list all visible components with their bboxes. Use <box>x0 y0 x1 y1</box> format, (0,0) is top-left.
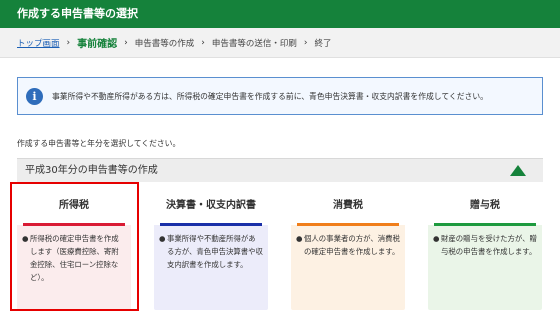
card-title: 決算書・収支内訳書 <box>154 187 268 225</box>
breadcrumb-top-link[interactable]: トップ画面 <box>17 37 60 49</box>
bullet-icon: ● <box>22 234 29 243</box>
card-accent-line <box>297 223 399 226</box>
info-notice: i 事業所得や不動産所得がある方は、所得税の確定申告書を作成する前に、青色申告決… <box>17 77 543 115</box>
card-title: 消費税 <box>291 187 405 225</box>
card-zoyozei[interactable]: 贈与税 ● 財産の贈与を受けた方が、贈与税の申告書を作成します。 <box>428 187 542 310</box>
bullet-icon: ● <box>159 234 166 243</box>
bullet-icon: ● <box>433 234 440 243</box>
breadcrumb-separator: › <box>201 37 205 48</box>
breadcrumb-separator: › <box>303 37 308 48</box>
breadcrumb-separator: › <box>66 37 71 48</box>
card-shotokuzei[interactable]: 所得税 ● 所得税の確定申告書を作成します（医療費控除、寄附金控除、住宅ローン控… <box>17 187 131 310</box>
card-description-text: 所得税の確定申告書を作成します（医療費控除、寄附金控除、住宅ローン控除など）。 <box>30 234 119 282</box>
card-description-text: 事業所得や不動産所得がある方が、青色申告決算書や収支内訳書を作成します。 <box>167 234 263 269</box>
page-title: 作成する申告書等の選択 <box>17 7 138 20</box>
card-description-text: 個人の事業者の方が、消費税の確定申告書を作成します。 <box>304 234 400 256</box>
breadcrumb-step-end: 終了 <box>314 38 332 49</box>
card-accent-line <box>434 223 536 226</box>
card-shohizei[interactable]: 消費税 ● 個人の事業者の方が、消費税の確定申告書を作成します。 <box>291 187 405 310</box>
card-kessansho[interactable]: 決算書・収支内訳書 ● 事業所得や不動産所得がある方が、青色申告決算書や収支内訳… <box>154 187 268 310</box>
card-description-text: 財産の贈与を受けた方が、贈与税の申告書を作成します。 <box>441 234 537 256</box>
notice-text: 事業所得や不動産所得がある方は、所得税の確定申告書を作成する前に、青色申告決算書… <box>52 91 488 101</box>
breadcrumb-current-step: 事前確認 <box>77 39 118 50</box>
instruction-text: 作成する申告書等と年分を選択してください。 <box>17 139 181 148</box>
breadcrumb: トップ画面 › 事前確認 › 申告書等の作成 › 申告書等の送信・印刷 › 終了 <box>0 28 560 58</box>
card-accent-line <box>160 223 262 226</box>
bullet-icon: ● <box>296 234 303 243</box>
breadcrumb-separator: › <box>124 37 128 48</box>
collapse-triangle-icon[interactable] <box>510 165 526 176</box>
card-description: ● 個人の事業者の方が、消費税の確定申告書を作成します。 <box>296 232 400 258</box>
card-title: 贈与税 <box>428 187 542 225</box>
info-icon: i <box>26 87 43 105</box>
card-title: 所得税 <box>17 187 131 225</box>
card-description: ● 財産の贈与を受けた方が、贈与税の申告書を作成します。 <box>433 232 537 258</box>
card-description: ● 事業所得や不動産所得がある方が、青色申告決算書や収支内訳書を作成します。 <box>159 232 263 271</box>
card-description: ● 所得税の確定申告書を作成します（医療費控除、寄附金控除、住宅ローン控除など）… <box>22 232 126 284</box>
section-header[interactable]: 平成30年分の申告書等の作成 <box>17 158 543 182</box>
card-accent-line <box>23 223 125 226</box>
breadcrumb-step-send-print: 申告書等の送信・印刷 <box>211 38 297 49</box>
breadcrumb-step-create: 申告書等の作成 <box>134 38 195 49</box>
section-title: 平成30年分の申告書等の作成 <box>25 165 158 176</box>
page-header: 作成する申告書等の選択 <box>0 0 560 28</box>
